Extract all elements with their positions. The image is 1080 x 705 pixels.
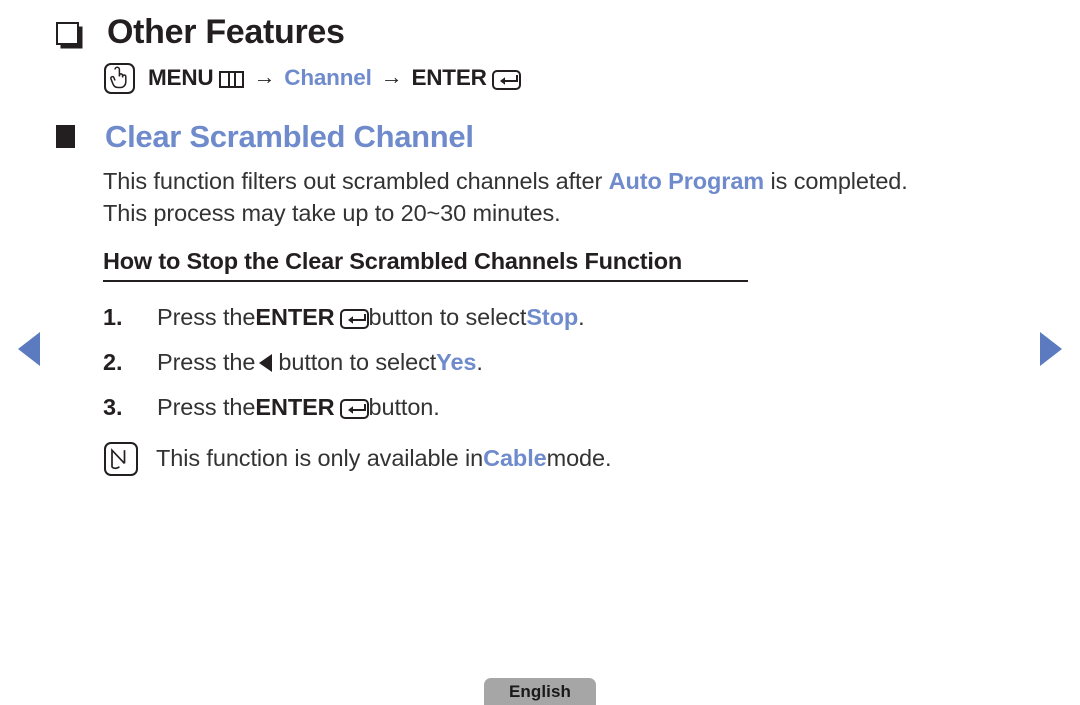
- menu-grid-icon: [219, 70, 245, 88]
- paragraph-line2: This process may take up to 20~30 minute…: [103, 199, 561, 226]
- step-number: 1.: [103, 303, 123, 330]
- enter-return-icon: [491, 70, 521, 91]
- note-row: This function is only available in Cable…: [104, 441, 1080, 476]
- path-arrow-1: →: [253, 64, 276, 90]
- step-highlight-yes: Yes: [436, 348, 477, 375]
- topic-header: Clear Scrambled Channel: [56, 118, 1080, 154]
- note-highlight-cable: Cable: [483, 445, 547, 472]
- steps-list: 1. Press the ENTER button to select Stop…: [0, 304, 1080, 439]
- step-text-pre: Press the: [157, 393, 256, 420]
- left-triangle-icon: [259, 354, 273, 373]
- step-item-3: 3. Press the ENTER button.: [103, 394, 1080, 439]
- step-text: Press the ENTER button.: [157, 394, 440, 421]
- step-text: Press the ENTER button to select Stop.: [157, 304, 585, 331]
- step-text-pre: Press the: [157, 348, 256, 375]
- step-highlight-stop: Stop: [526, 303, 579, 330]
- note-text-post: mode.: [546, 445, 612, 472]
- hand-touch-icon: [104, 62, 135, 94]
- step-item-2: 2. Press the button to select Yes.: [103, 349, 1080, 394]
- section-header: Other Features: [56, 13, 1080, 51]
- menu-label: MENU: [148, 65, 214, 91]
- paragraph-line1-part2: is completed.: [764, 167, 908, 194]
- page-title: Other Features: [107, 13, 345, 51]
- paragraph-line1-part1: This function filters out scrambled chan…: [103, 167, 609, 194]
- paragraph-highlight-auto-program: Auto Program: [608, 167, 765, 194]
- step-text: Press the button to select Yes.: [157, 349, 483, 376]
- topic-paragraph: This function filters out scrambled chan…: [103, 165, 1080, 229]
- step-text-post: .: [476, 348, 483, 375]
- step-text-mid: button.: [368, 393, 440, 420]
- step-key-label: ENTER: [255, 393, 335, 420]
- enter-return-icon: [339, 309, 369, 330]
- language-chip[interactable]: English: [484, 678, 596, 705]
- topic-heading: Clear Scrambled Channel: [105, 118, 474, 154]
- step-item-1: 1. Press the ENTER button to select Stop…: [103, 304, 1080, 349]
- page-content: Other Features MENU → Channel → ENTER Cl…: [0, 0, 1080, 476]
- enter-label: ENTER: [411, 65, 487, 91]
- path-arrow-2: →: [380, 64, 403, 90]
- filled-square-icon: [56, 125, 75, 149]
- note-pencil-icon: [104, 441, 138, 476]
- step-number: 3.: [103, 393, 123, 420]
- step-text-post: .: [578, 303, 585, 330]
- step-key-label: ENTER: [255, 303, 335, 330]
- menu-path-channel: Channel: [284, 65, 372, 91]
- hollow-square-shadow-icon: [56, 22, 79, 46]
- howto-heading: How to Stop the Clear Scrambled Channels…: [103, 248, 748, 282]
- step-number: 2.: [103, 348, 123, 375]
- note-text-pre: This function is only available in: [156, 445, 484, 472]
- step-text-mid: button to select: [278, 348, 437, 375]
- step-text-mid: button to select: [368, 303, 527, 330]
- menu-path: MENU → Channel → ENTER: [104, 62, 1080, 94]
- step-text-pre: Press the: [157, 303, 256, 330]
- enter-return-icon: [339, 399, 369, 420]
